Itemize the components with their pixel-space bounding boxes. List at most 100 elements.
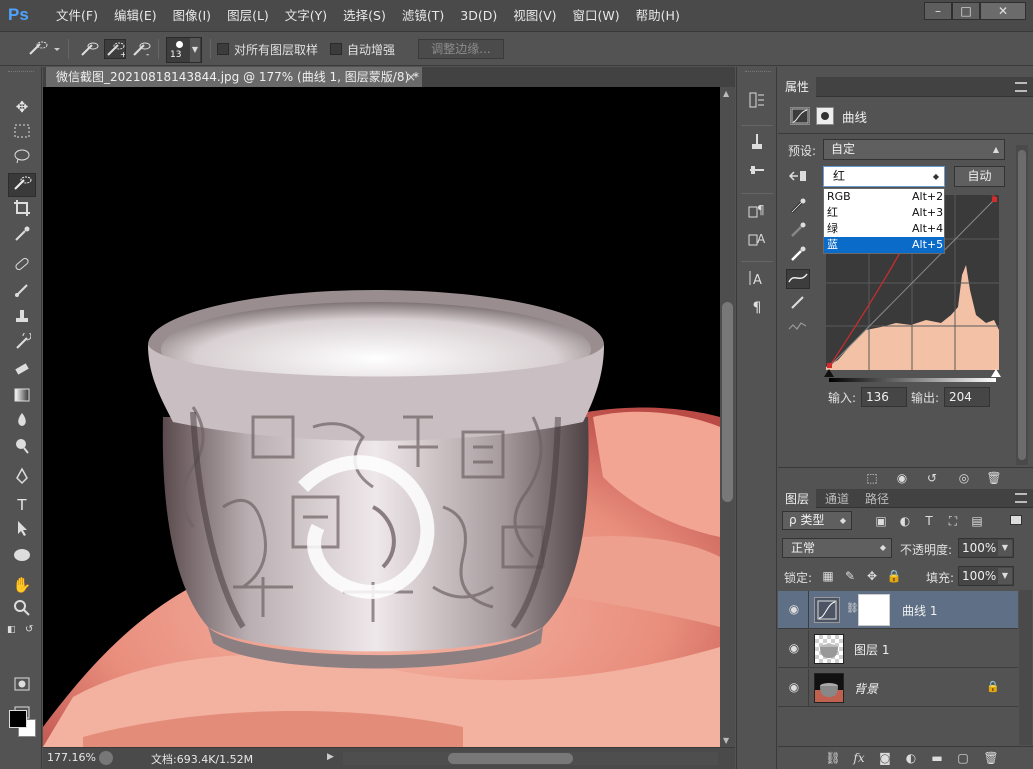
channel-select[interactable]: 红 ◆ <box>823 166 945 187</box>
visibility-eye-icon[interactable]: ◉ <box>787 641 801 655</box>
draw-curve-pencil-icon[interactable] <box>786 293 810 313</box>
layer-row-curves[interactable]: ◉ ⛓ 曲线 1 <box>778 591 1018 629</box>
view-previous-state-icon[interactable]: ◉ <box>892 470 912 486</box>
swap-colors-icon[interactable]: ↺ <box>25 624 37 636</box>
layer-name[interactable]: 背景 <box>854 680 878 697</box>
set-black-point-eyedropper-icon[interactable] <box>786 197 810 217</box>
menu-view[interactable]: 视图(V) <box>505 0 564 32</box>
menu-3d[interactable]: 3D(D) <box>452 0 505 32</box>
eraser-tool-icon[interactable] <box>8 359 36 383</box>
document-canvas[interactable] <box>43 87 720 747</box>
auto-button[interactable]: 自动 <box>954 166 1005 187</box>
tool-presets-icon[interactable] <box>745 161 769 183</box>
channel-option-rgb[interactable]: RGB Alt+2 <box>824 189 944 205</box>
mask-link-chain-icon[interactable]: ⛓ <box>846 603 859 617</box>
lock-all-icon[interactable]: 🔒 <box>886 567 902 585</box>
canvas-horizontal-scrollbar[interactable] <box>343 752 718 765</box>
scroll-down-icon[interactable]: ▼ <box>723 736 729 745</box>
reset-icon[interactable]: ↺ <box>922 470 942 486</box>
menu-filter[interactable]: 滤镜(T) <box>394 0 452 32</box>
curves-adjustment-icon[interactable] <box>790 107 810 125</box>
filter-shape-layers-icon[interactable]: ⛶ <box>944 512 962 530</box>
fill-field[interactable]: 100% ▼ <box>958 566 1014 586</box>
brush-tool-icon[interactable] <box>8 281 36 305</box>
pen-tool-icon[interactable] <box>8 467 36 491</box>
layers-scrollbar[interactable] <box>1019 590 1032 745</box>
channel-option-blue[interactable]: 蓝 Alt+5 <box>824 237 944 253</box>
status-menu-arrow-icon[interactable]: ▶ <box>327 752 334 762</box>
add-to-selection-icon[interactable]: + <box>104 39 127 59</box>
chevron-down-icon[interactable]: ▼ <box>998 568 1012 584</box>
menu-layer[interactable]: 图层(L) <box>219 0 277 32</box>
path-selection-tool-icon[interactable] <box>8 519 36 543</box>
new-adjustment-layer-icon[interactable]: ◐ <box>902 750 920 767</box>
document-tab[interactable]: 微信截图_20210818143844.jpg @ 177% (曲线 1, 图层… <box>46 67 422 87</box>
panel-menu-icon[interactable] <box>1015 493 1027 503</box>
layer-kind-filter[interactable]: ρ 类型 ◆ <box>782 511 852 530</box>
lock-position-icon[interactable]: ✥ <box>864 567 880 585</box>
opacity-field[interactable]: 100% ▼ <box>958 538 1014 558</box>
minimize-button[interactable]: – <box>924 2 952 20</box>
history-brush-tool-icon[interactable] <box>8 331 36 357</box>
filter-toggle-switch[interactable] <box>1010 515 1022 525</box>
layer-style-fx-icon[interactable]: fx <box>850 750 868 767</box>
type-tool-icon[interactable]: T <box>8 493 36 517</box>
close-icon[interactable]: × <box>406 67 418 87</box>
properties-scrollbar[interactable] <box>1016 145 1028 465</box>
filter-pixel-layers-icon[interactable]: ▣ <box>872 512 890 530</box>
scroll-up-icon[interactable]: ▲ <box>723 89 729 98</box>
menu-image[interactable]: 图像(I) <box>165 0 219 32</box>
menu-window[interactable]: 窗口(W) <box>565 0 628 32</box>
filter-smart-objects-icon[interactable]: ▤ <box>968 512 986 530</box>
tab-properties[interactable]: 属性 <box>778 77 817 97</box>
hand-tool-icon[interactable]: ✋ <box>8 573 36 597</box>
gradient-tool-icon[interactable] <box>8 385 36 409</box>
quick-selection-tool-icon[interactable] <box>8 173 36 197</box>
paragraph-panel-icon[interactable]: ¶ <box>745 297 769 319</box>
brush-picker[interactable]: 13 ▼ <box>166 37 202 63</box>
preset-select[interactable]: 自定 ▲ <box>823 139 1005 160</box>
black-point-slider[interactable] <box>824 369 834 377</box>
set-white-point-eyedropper-icon[interactable] <box>786 245 810 265</box>
white-point-slider[interactable] <box>991 369 1001 377</box>
zoom-level[interactable]: 177.16% <box>47 751 96 764</box>
link-layers-icon[interactable]: ⛓ <box>824 750 842 767</box>
tab-channels[interactable]: 通道 <box>818 489 856 509</box>
on-image-adjust-hand-icon[interactable] <box>788 167 810 185</box>
layer-name[interactable]: 图层 1 <box>854 641 889 658</box>
menu-edit[interactable]: 编辑(E) <box>106 0 165 32</box>
menu-help[interactable]: 帮助(H) <box>628 0 688 32</box>
panel-menu-icon[interactable] <box>1015 82 1027 92</box>
brush-presets-icon[interactable] <box>745 133 769 155</box>
blur-tool-icon[interactable] <box>8 411 36 435</box>
layer-row-background[interactable]: ◉ 背景 🔒 <box>778 669 1018 707</box>
channel-option-green[interactable]: 绿 Alt+4 <box>824 221 944 237</box>
channel-option-red[interactable]: 红 Alt+3 <box>824 205 944 221</box>
close-window-button[interactable]: ✕ <box>980 2 1026 20</box>
chevron-down-icon[interactable]: ▼ <box>998 540 1012 556</box>
history-panel-icon[interactable] <box>745 91 769 113</box>
scroll-thumb[interactable] <box>1018 150 1026 460</box>
quick-mask-icon[interactable] <box>8 675 36 699</box>
clip-to-layer-icon[interactable]: ⬚ <box>862 470 882 486</box>
tool-preset-picker[interactable] <box>24 39 60 59</box>
subtract-from-selection-icon[interactable]: - <box>130 39 152 60</box>
healing-brush-tool-icon[interactable] <box>8 255 36 279</box>
tab-paths[interactable]: 路径 <box>858 489 896 509</box>
marquee-tool-icon[interactable] <box>8 121 36 145</box>
maximize-button[interactable]: □ <box>952 2 980 20</box>
input-value-field[interactable]: 136 <box>861 387 907 407</box>
foreground-color-swatch[interactable] <box>9 710 27 728</box>
filter-adjustment-layers-icon[interactable]: ◐ <box>896 512 914 530</box>
new-selection-icon[interactable] <box>78 39 100 59</box>
menu-select[interactable]: 选择(S) <box>335 0 394 32</box>
status-info-icon[interactable] <box>99 751 113 765</box>
lock-transparent-pixels-icon[interactable]: ▦ <box>820 567 836 585</box>
add-mask-icon[interactable]: ◙ <box>876 750 894 767</box>
crop-tool-icon[interactable] <box>8 199 36 223</box>
scroll-thumb[interactable] <box>448 753 573 764</box>
canvas-vertical-scrollbar[interactable]: ▲ ▼ <box>720 87 735 747</box>
smooth-curve-icon[interactable] <box>786 317 810 337</box>
character-styles-icon[interactable]: ¶ <box>745 201 769 223</box>
zoom-tool-icon[interactable] <box>8 599 36 623</box>
